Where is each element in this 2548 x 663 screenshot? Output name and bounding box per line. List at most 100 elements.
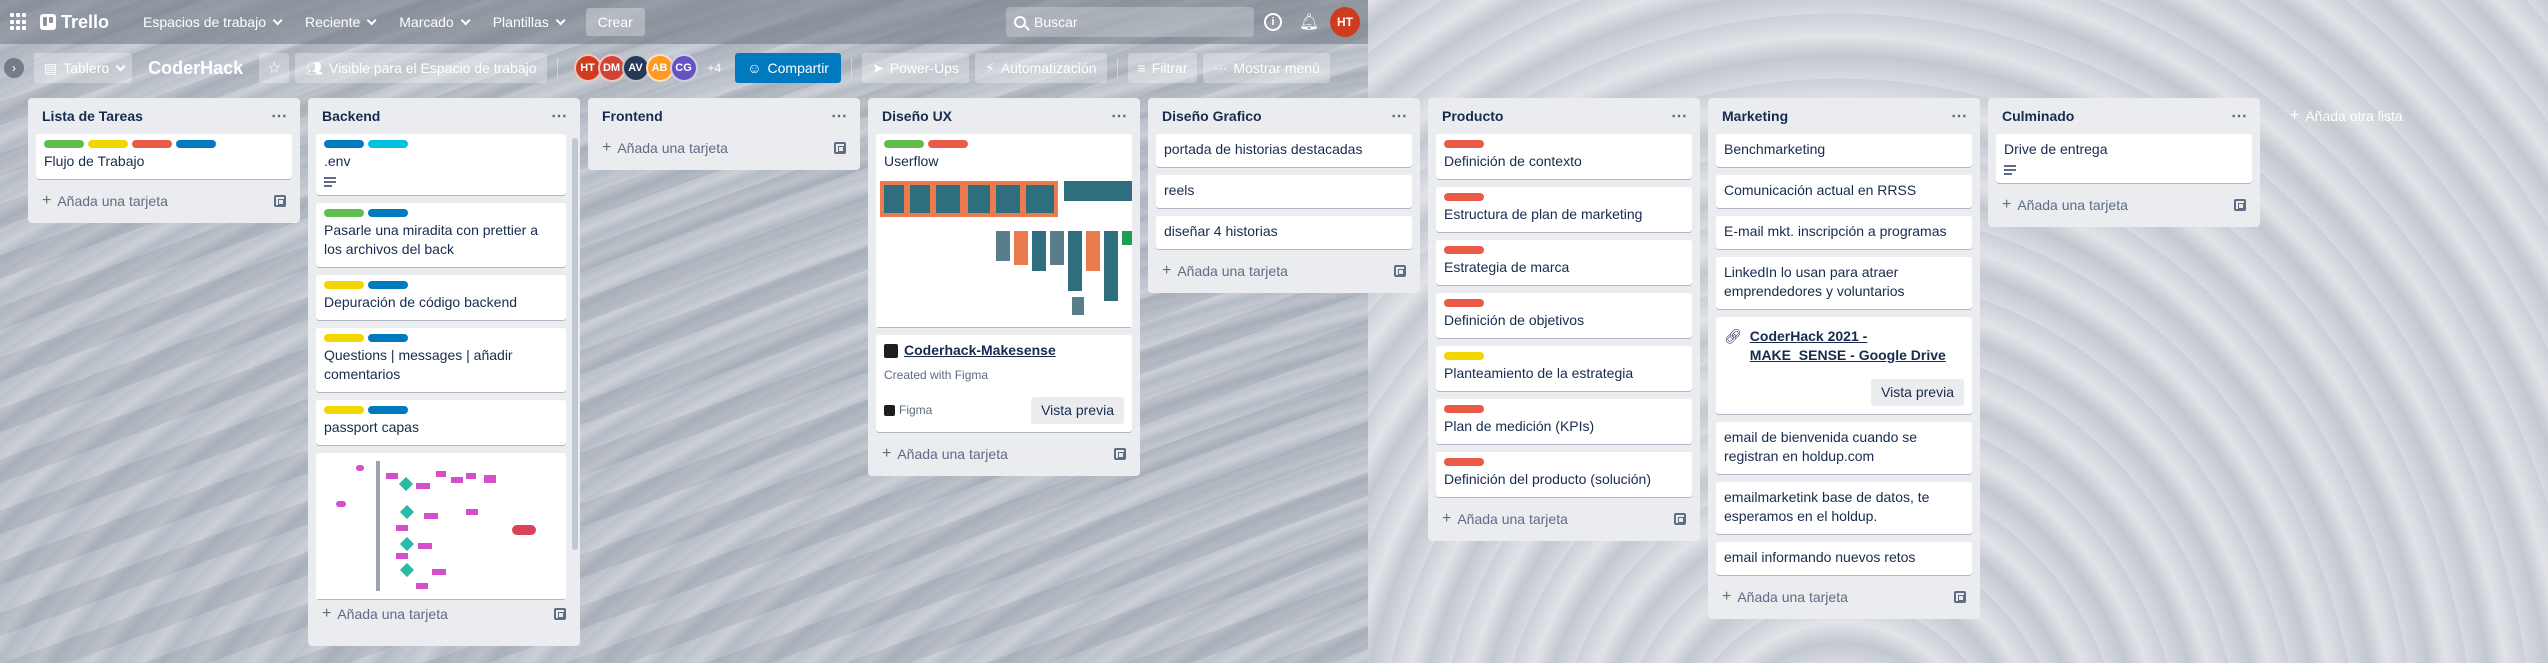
template-icon[interactable] — [554, 608, 566, 620]
template-icon[interactable] — [2234, 199, 2246, 211]
search-input[interactable] — [1034, 14, 1215, 30]
lightning-icon: ⚡︎ — [984, 59, 995, 76]
preview-button[interactable]: Vista previa — [1031, 397, 1124, 424]
add-card-label: Añada una tarjeta — [1457, 511, 1568, 527]
nav-workspaces[interactable]: Espacios de trabajo — [133, 8, 289, 36]
card[interactable]: Estrategia de marca — [1436, 240, 1692, 285]
more-members-count[interactable]: +4 — [708, 61, 722, 75]
list-title[interactable]: Diseño Grafico — [1162, 108, 1262, 124]
card[interactable]: email informando nuevos retos — [1716, 542, 1972, 575]
card[interactable]: Planteamiento de la estrategia — [1436, 346, 1692, 391]
powerups-button[interactable]: ➤ Power-Ups — [861, 53, 969, 83]
card[interactable]: Estructura de plan de marketing — [1436, 187, 1692, 232]
add-card-label: Añada una tarjeta — [1177, 263, 1288, 279]
list-title[interactable]: Culminado — [2002, 108, 2074, 124]
card[interactable]: Definición del producto (solución) — [1436, 452, 1692, 497]
list-menu-icon[interactable]: ⋯ — [1391, 106, 1408, 126]
card[interactable]: Plan de medición (KPIs) — [1436, 399, 1692, 444]
template-icon[interactable] — [1674, 513, 1686, 525]
template-icon[interactable] — [274, 195, 286, 207]
card[interactable]: email de bienvenida cuando se registran … — [1716, 422, 1972, 474]
add-card-button[interactable]: + Añada una tarjeta — [36, 187, 292, 215]
trello-logo[interactable]: Trello — [40, 12, 109, 33]
list-menu-icon[interactable]: ⋯ — [831, 106, 848, 126]
list-title[interactable]: Frontend — [602, 108, 663, 124]
nav-recent[interactable]: Reciente — [295, 8, 383, 36]
card[interactable]: reels — [1156, 175, 1412, 208]
list-title[interactable]: Marketing — [1722, 108, 1788, 124]
card-labels — [324, 281, 558, 289]
show-menu-button[interactable]: ⋯ Mostrar menú — [1203, 53, 1330, 83]
nav-templates[interactable]: Plantillas — [483, 8, 572, 36]
card[interactable]: E-mail mkt. inscripción a programas — [1716, 216, 1972, 249]
card-flowchart-image[interactable] — [316, 453, 566, 599]
add-card-button[interactable]: + Añada una tarjeta — [1716, 583, 1972, 611]
card[interactable]: Questions | messages | añadir comentario… — [316, 328, 566, 392]
card[interactable]: Depuración de código backend — [316, 275, 566, 320]
figma-link-title[interactable]: Coderhack-Makesense — [884, 341, 1124, 360]
template-icon[interactable] — [1114, 448, 1126, 460]
add-card-button[interactable]: + Añada una tarjeta — [1436, 505, 1692, 533]
user-avatar[interactable]: HT — [1330, 7, 1360, 37]
member-avatar[interactable]: CG — [669, 54, 698, 82]
list-backend: Backend ⋯ .env Pasarle una miradita con p… — [308, 98, 580, 646]
notifications-button[interactable]: 🔔︎ — [1298, 11, 1320, 33]
list-menu-icon[interactable]: ⋯ — [271, 106, 288, 126]
card[interactable]: LinkedIn lo usan para atraer emprendedor… — [1716, 257, 1972, 309]
template-icon[interactable] — [1394, 265, 1406, 277]
filter-button[interactable]: ≡ Filtrar — [1127, 53, 1198, 83]
card[interactable]: passport capas — [316, 400, 566, 445]
add-card-button[interactable]: + Añada una tarjeta — [316, 600, 572, 628]
apps-grid-icon[interactable] — [10, 13, 28, 31]
visibility-button[interactable]: 👥︎ Visible para el Espacio de trabajo — [295, 53, 547, 83]
list-title[interactable]: Producto — [1442, 108, 1503, 124]
drive-link[interactable]: 🔗︎ CoderHack 2021 - MAKE_SENSE - Google D… — [1724, 323, 1964, 365]
card[interactable]: emailmarketink base de datos, te esperam… — [1716, 482, 1972, 534]
add-card-button[interactable]: + Añada una tarjeta — [1996, 191, 2252, 219]
card-drive-link[interactable]: 🔗︎ CoderHack 2021 - MAKE_SENSE - Google D… — [1716, 317, 1972, 414]
list-title[interactable]: Diseño UX — [882, 108, 952, 124]
automation-button[interactable]: ⚡︎ Automatización — [974, 53, 1107, 83]
list-menu-icon[interactable]: ⋯ — [551, 106, 568, 126]
share-button[interactable]: ☺ Compartir — [735, 53, 841, 83]
create-button[interactable]: Crear — [585, 8, 645, 36]
list-menu-icon[interactable]: ⋯ — [1951, 106, 1968, 126]
add-card-button[interactable]: + Añada una tarjeta — [1156, 257, 1412, 285]
card[interactable]: .env — [316, 134, 566, 195]
add-list-button[interactable]: + Añada otra lista — [2280, 98, 2548, 134]
board-view-switcher[interactable]: ▤ Tablero — [34, 53, 133, 83]
template-icon[interactable] — [1954, 591, 1966, 603]
card[interactable]: portada de historias destacadas — [1156, 134, 1412, 167]
add-card-button[interactable]: + Añada una tarjeta — [876, 440, 1132, 468]
card[interactable]: Pasarle una miradita con prettier a los … — [316, 203, 566, 267]
card[interactable]: diseñar 4 historias — [1156, 216, 1412, 249]
info-icon: i — [1264, 13, 1282, 31]
add-card-button[interactable]: + Añada una tarjeta — [596, 134, 852, 162]
star-board-button[interactable]: ☆ — [259, 53, 290, 83]
card[interactable]: Definición de contexto — [1436, 134, 1692, 179]
card[interactable]: Benchmarketing — [1716, 134, 1972, 167]
card-userflow[interactable]: Userflow — [876, 134, 1132, 327]
list-title[interactable]: Backend — [322, 108, 380, 124]
info-button[interactable]: i — [1262, 11, 1284, 33]
card-figma-link[interactable]: Coderhack-Makesense Created with Figma F… — [876, 335, 1132, 432]
card-title: Estrategia de marca — [1444, 259, 1570, 275]
search-box[interactable] — [1006, 7, 1254, 37]
card[interactable]: Comunicación actual en RRSS — [1716, 175, 1972, 208]
card[interactable]: Flujo de Trabajo — [36, 134, 292, 179]
list-scrollbar[interactable] — [572, 138, 578, 550]
card[interactable]: Drive de entrega — [1996, 134, 2252, 183]
list-menu-icon[interactable]: ⋯ — [1671, 106, 1688, 126]
list-menu-icon[interactable]: ⋯ — [1111, 106, 1128, 126]
card-title: reels — [1164, 182, 1195, 198]
expand-sidebar-button[interactable]: › — [4, 58, 24, 78]
list-menu-icon[interactable]: ⋯ — [2231, 106, 2248, 126]
list-title[interactable]: Lista de Tareas — [42, 108, 143, 124]
card[interactable]: Definición de objetivos — [1436, 293, 1692, 338]
card-title: Comunicación actual en RRSS — [1724, 182, 1917, 198]
menu-label: Mostrar menú — [1233, 60, 1320, 76]
preview-button[interactable]: Vista previa — [1871, 379, 1964, 406]
template-icon[interactable] — [834, 142, 846, 154]
nav-starred[interactable]: Marcado — [389, 8, 476, 36]
board-title[interactable]: CoderHack — [138, 58, 253, 79]
